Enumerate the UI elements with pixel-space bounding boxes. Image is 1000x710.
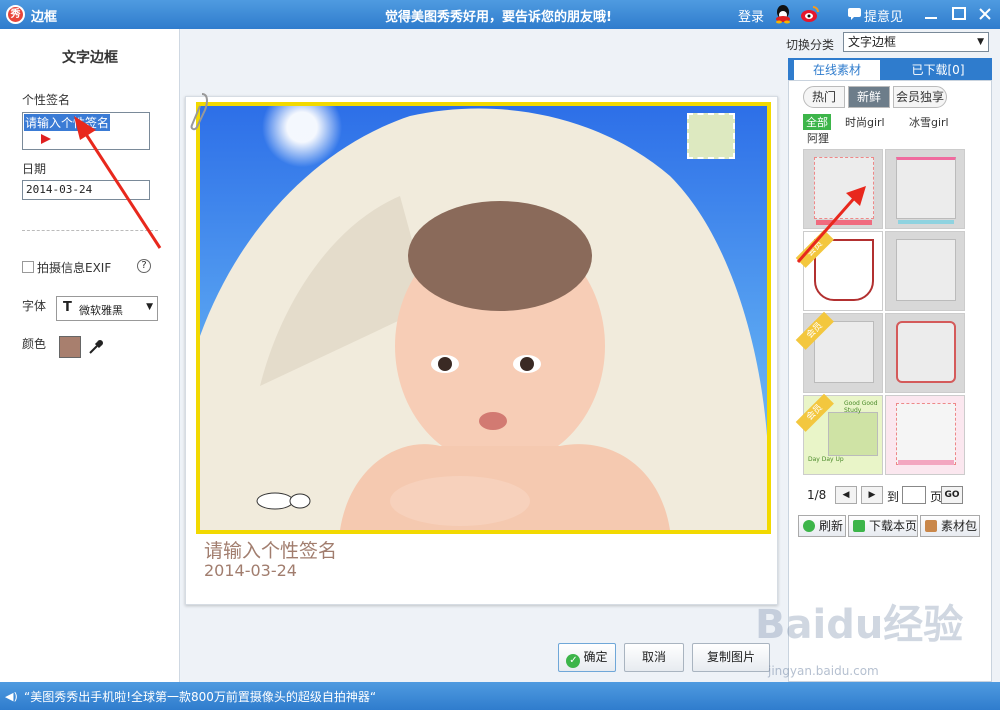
material-tabs: 在线素材 已下载[0] <box>788 58 992 80</box>
maximize-icon[interactable] <box>950 5 968 23</box>
download-icon <box>853 520 865 532</box>
cancel-button[interactable]: 取消 <box>624 643 684 672</box>
prev-page-button[interactable]: ◀ <box>835 486 857 504</box>
tab-downloaded[interactable]: 已下载[0] <box>888 60 988 80</box>
font-type-icon: T <box>63 300 72 315</box>
category-label: 切换分类 <box>786 38 835 52</box>
filter-ice-girl[interactable]: 冰雪girl <box>909 114 949 130</box>
feedback-icon <box>848 8 861 20</box>
window-title: 边框 <box>31 10 58 25</box>
tab-online[interactable]: 在线素材 <box>794 60 880 80</box>
frame-thumbnail[interactable]: 会员 <box>795 229 883 311</box>
signature-textarea[interactable]: 请输入个性签名 <box>22 112 150 150</box>
eyedropper-icon[interactable] <box>87 338 105 356</box>
minimize-icon[interactable] <box>922 5 940 23</box>
preview-area: 请输入个性签名 2014-03-24 ✓ 确定 取消 复制图片 <box>181 29 787 682</box>
text-color-swatch[interactable] <box>59 336 81 358</box>
package-icon <box>925 520 937 532</box>
page-indicator: 1/8 <box>807 488 827 502</box>
material-pack-label: 素材包 <box>941 519 978 533</box>
panel-heading: 文字边框 <box>62 50 118 66</box>
thumb-caption: Day Day Up <box>808 456 844 463</box>
thumbnail-grid: 会员 会员 会员 Good Good Study Day Day Up <box>795 149 967 477</box>
refresh-label: 刷新 <box>819 519 844 533</box>
font-label: 字体 <box>22 299 47 313</box>
qq-icon[interactable] <box>774 4 792 24</box>
paperclip-icon <box>190 93 208 131</box>
material-panel: 切换分类 文字边框 ▼ 在线素材 已下载[0] 热门 新鲜 会员独享 全部 时尚… <box>786 29 1000 682</box>
subtab-new[interactable]: 新鲜 <box>848 86 890 108</box>
category-value: 文字边框 <box>848 35 897 49</box>
subtab-vip[interactable]: 会员独享 <box>893 86 947 108</box>
subtab-hot[interactable]: 热门 <box>803 86 845 108</box>
photo-illustration <box>200 108 767 530</box>
page-number-input[interactable] <box>902 486 926 504</box>
check-icon: ✓ <box>566 654 581 668</box>
date-input[interactable]: 2014-03-24 <box>22 180 150 200</box>
feedback-link[interactable]: 提意见 <box>864 6 903 25</box>
date-label: 日期 <box>22 162 47 176</box>
status-bar: ◀) “美图秀秀出手机啦!全球第一款800万前置摄像头的超级自拍神器“ <box>0 682 1000 710</box>
baidu-watermark: Baidu经验 <box>755 602 964 648</box>
frame-thumbnail[interactable] <box>885 395 965 475</box>
frame-thumbnail[interactable] <box>803 149 883 229</box>
signature-label: 个性签名 <box>22 93 71 107</box>
confirm-label: 确定 <box>583 650 608 664</box>
frame-thumbnail[interactable] <box>885 149 965 229</box>
chevron-down-icon: ▼ <box>146 302 153 312</box>
color-label: 颜色 <box>22 337 47 351</box>
refresh-icon <box>803 520 815 532</box>
frame-preview-card: 请输入个性签名 2014-03-24 <box>185 93 778 605</box>
filter-fashion-girl[interactable]: 时尚girl <box>845 114 885 130</box>
confirm-button[interactable]: ✓ 确定 <box>558 643 616 672</box>
frame-thumbnail[interactable]: 会员 <box>795 311 883 393</box>
divider <box>22 230 158 231</box>
download-page-button[interactable]: 下载本页 <box>848 515 918 537</box>
preview-signature-text: 请输入个性签名 <box>204 540 338 562</box>
frame-thumbnail[interactable] <box>885 313 965 393</box>
weibo-icon[interactable] <box>800 4 820 24</box>
next-page-button[interactable]: ▶ <box>861 486 883 504</box>
postage-stamp-decoration <box>687 113 735 159</box>
baby-photo <box>196 102 771 534</box>
login-link[interactable]: 登录 <box>738 6 764 25</box>
left-settings-panel: 文字边框 个性签名 请输入个性签名 日期 2014-03-24 拍摄信息EXIF… <box>0 29 180 682</box>
material-pack-button[interactable]: 素材包 <box>920 515 980 537</box>
exif-checkbox[interactable] <box>22 261 34 273</box>
exif-label: 拍摄信息EXIF <box>37 261 112 275</box>
title-bar: 秀 边框 觉得美图秀秀好用，要告诉您的朋友哦! 登录 提意见 <box>0 0 1000 29</box>
cursor-marker-icon <box>41 134 51 144</box>
speaker-icon: ◀) <box>5 690 18 703</box>
download-page-label: 下载本页 <box>869 519 918 533</box>
close-icon[interactable] <box>976 5 994 23</box>
refresh-button[interactable]: 刷新 <box>798 515 846 537</box>
chevron-down-icon: ▼ <box>977 37 984 47</box>
signature-selected-text: 请输入个性签名 <box>24 114 111 131</box>
app-logo-icon: 秀 <box>6 5 25 24</box>
help-icon[interactable]: ? <box>137 259 151 273</box>
pager-to-label: 到 <box>887 490 900 504</box>
preview-date-text: 2014-03-24 <box>204 561 297 580</box>
title-slogan: 觉得美图秀秀好用，要告诉您的朋友哦! <box>385 10 612 25</box>
filter-ali[interactable]: 阿狸 <box>807 130 829 146</box>
go-button[interactable]: GO <box>941 486 963 504</box>
frame-thumbnail[interactable]: 会员 Good Good Study Day Day Up <box>795 393 883 475</box>
baidu-watermark-url: jingyan.baidu.com <box>768 664 879 678</box>
status-ad-text[interactable]: “美图秀秀出手机啦!全球第一款800万前置摄像头的超级自拍神器“ <box>24 688 376 705</box>
font-select[interactable]: T 微软雅黑 ▼ <box>56 296 158 321</box>
category-select[interactable]: 文字边框 ▼ <box>843 32 989 52</box>
thumb-caption: Good Good Study <box>844 400 878 414</box>
font-select-value: 微软雅黑 <box>79 304 123 317</box>
filter-all[interactable]: 全部 <box>803 114 831 130</box>
frame-thumbnail[interactable] <box>885 231 965 311</box>
